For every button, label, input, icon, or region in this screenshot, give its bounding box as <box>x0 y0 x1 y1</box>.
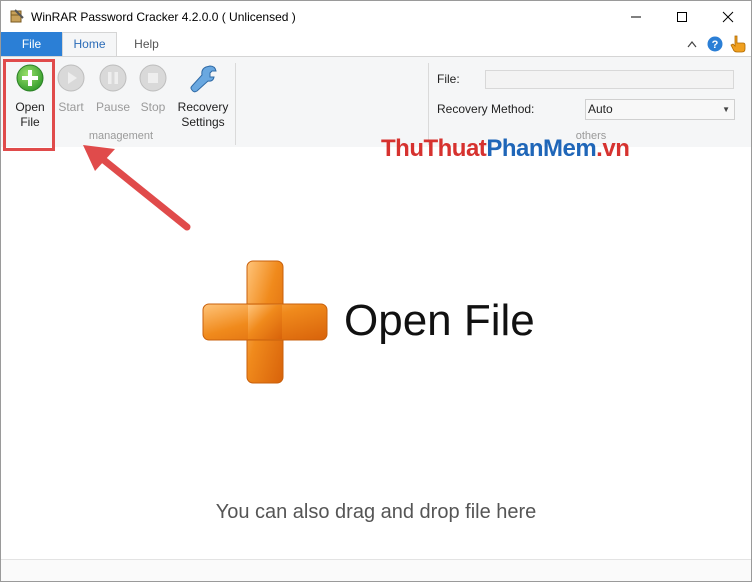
chevron-down-icon: ▼ <box>722 105 730 114</box>
maximize-icon <box>677 11 687 22</box>
help-button[interactable]: ? <box>707 36 723 52</box>
play-icon <box>57 64 85 92</box>
file-label: File: <box>437 72 460 86</box>
minimize-icon <box>631 16 641 17</box>
open-file-title[interactable]: Open File <box>344 296 535 346</box>
recovery-settings-label-1: Recovery <box>177 100 229 114</box>
buy-button[interactable] <box>729 34 747 54</box>
tab-help[interactable]: Help <box>119 32 174 56</box>
recovery-settings-button[interactable]: Recovery Settings <box>175 63 231 130</box>
ribbon-tab-bar: File Home Help ? <box>1 32 751 56</box>
chevron-up-icon <box>687 41 697 48</box>
watermark-part-1: ThuThuat <box>381 135 487 162</box>
collapse-ribbon-button[interactable] <box>685 36 699 52</box>
status-bar <box>1 559 751 581</box>
ribbon-separator <box>428 63 429 145</box>
drag-drop-hint: You can also drag and drop file here <box>215 501 537 523</box>
recovery-method-label: Recovery Method: <box>437 102 535 116</box>
wrench-icon <box>190 65 217 93</box>
title-bar: WinRAR Password Cracker 4.2.0.0 ( Unlice… <box>1 1 751 32</box>
help-icon: ? <box>707 36 723 52</box>
pause-icon <box>99 64 127 92</box>
ribbon-panel: Open File Start Pause Stop Recovery Sett… <box>1 56 751 148</box>
window-title: WinRAR Password Cracker 4.2.0.0 ( Unlice… <box>31 10 296 24</box>
file-path-field[interactable] <box>485 70 734 89</box>
start-label: Start <box>58 100 84 114</box>
tab-home[interactable]: Home <box>62 32 117 56</box>
app-window: WinRAR Password Cracker 4.2.0.0 ( Unlice… <box>0 0 752 582</box>
maximize-button[interactable] <box>659 1 705 32</box>
red-arrow-icon <box>83 145 191 231</box>
open-file-highlight-box <box>3 59 55 151</box>
pause-button[interactable]: Pause <box>94 63 132 115</box>
minimize-button[interactable] <box>613 1 659 32</box>
stop-label: Stop <box>140 100 166 114</box>
recovery-method-value: Auto <box>588 102 613 116</box>
pause-label: Pause <box>95 100 131 114</box>
watermark-part-2: PhanMem <box>486 135 597 162</box>
close-button[interactable] <box>705 1 751 32</box>
stop-icon <box>139 64 167 92</box>
ribbon-separator <box>235 63 236 145</box>
hand-pointer-icon <box>730 35 746 53</box>
recovery-method-select[interactable]: Auto ▼ <box>585 99 735 120</box>
tab-file[interactable]: File <box>1 32 62 56</box>
svg-text:?: ? <box>712 39 719 51</box>
start-button[interactable]: Start <box>55 63 87 115</box>
open-file-big-plus-icon[interactable] <box>201 259 329 385</box>
close-icon <box>722 11 734 22</box>
watermark: ThuThuatPhanMem.vn <box>381 135 630 163</box>
app-icon <box>10 9 24 23</box>
recovery-settings-label-2: Settings <box>181 115 225 129</box>
stop-button[interactable]: Stop <box>137 63 169 115</box>
watermark-part-3: .vn <box>596 135 630 162</box>
